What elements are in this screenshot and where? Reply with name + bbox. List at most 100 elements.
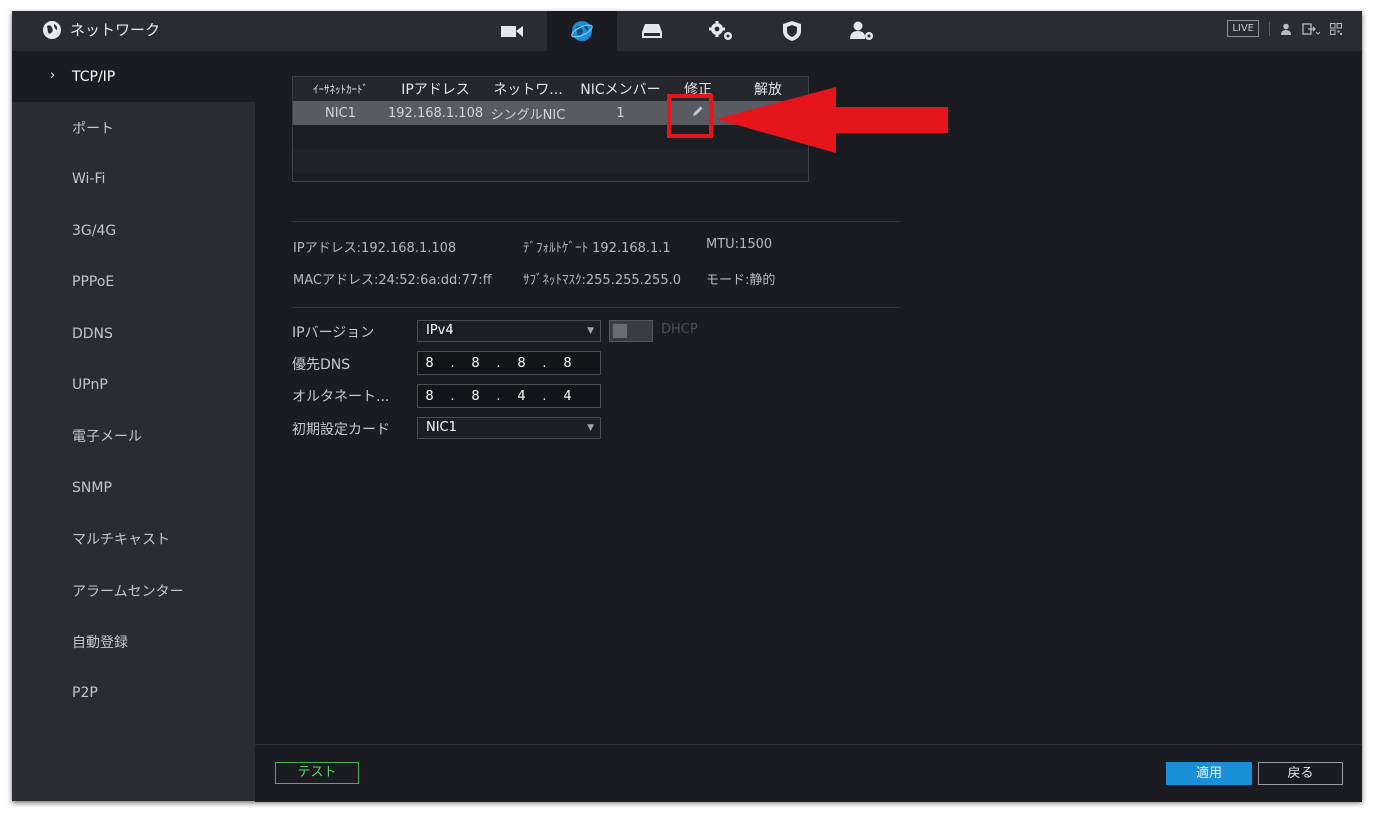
sidebar-item-upnp[interactable]: UPnP: [12, 359, 255, 410]
mac-address-info: MACアドレス:24:52:6a:dd:77:ff: [293, 273, 492, 288]
ip-octet: 8: [471, 355, 480, 371]
table-cell: シングルNIC: [490, 107, 566, 123]
sidebar-item-wifi[interactable]: Wi-Fi: [12, 154, 255, 205]
ip-octet: 8: [425, 355, 434, 371]
chevron-down-icon: ▼: [587, 326, 594, 336]
sidebar-item-snmp[interactable]: SNMP: [12, 462, 255, 513]
edit-highlight-box: [667, 94, 713, 138]
ip-address-info: IPアドレス:192.168.1.108: [293, 241, 457, 256]
tab-system[interactable]: [687, 11, 757, 51]
red-arrow-annotation: [716, 87, 948, 153]
ip-octet: 4: [563, 388, 572, 404]
sidebar-item-auto-register[interactable]: 自動登録: [12, 616, 255, 667]
apply-button[interactable]: 適用: [1166, 762, 1252, 785]
network-globe-icon: [43, 20, 61, 39]
column-header: NICメンバー: [580, 82, 661, 98]
sidebar-item-pppoe[interactable]: PPPoE: [12, 257, 255, 308]
default-card-label: 初期設定カード: [292, 422, 390, 438]
app-title-area: ネットワーク: [42, 19, 160, 40]
user-icon[interactable]: [1280, 23, 1292, 35]
alternate-dns-label: オルタネート...: [292, 389, 390, 405]
dhcp-label: DHCP: [661, 322, 698, 337]
tab-security[interactable]: [757, 11, 827, 51]
sidebar-item-multicast[interactable]: マルチキャスト: [12, 514, 255, 565]
top-bar: ネットワーク LIVE: [12, 11, 1362, 51]
table-cell: NIC1: [325, 105, 356, 121]
preferred-dns-input[interactable]: 8 . 8 . 8 . 8: [417, 351, 601, 375]
sidebar-item-tcp-ip[interactable]: › TCP/IP: [12, 51, 255, 103]
default-card-select[interactable]: NIC1 ▼: [417, 417, 601, 439]
dhcp-toggle[interactable]: [609, 320, 653, 342]
table-cell: 1: [616, 105, 625, 121]
default-gateway-info: ﾃﾞﾌｫﾙﾄｹﾞｰﾄ 192.168.1.1: [523, 241, 671, 256]
sidebar-item-label: UPnP: [72, 377, 108, 394]
sidebar-item-label: 電子メール: [72, 429, 142, 446]
live-button[interactable]: LIVE: [1227, 20, 1259, 37]
app-window: ネットワーク LIVE › TCP/IP ポート Wi-Fi 3G/4G PPP…: [12, 11, 1362, 802]
table-cell: 192.168.1.108: [388, 105, 484, 121]
subnet-mask-info: ｻﾌﾞﾈｯﾄﾏｽｸ:255.255.255.0: [523, 273, 681, 288]
sidebar-item-ddns[interactable]: DDNS: [12, 308, 255, 359]
tab-account[interactable]: [827, 11, 897, 51]
top-right-controls: LIVE: [1227, 20, 1342, 37]
sidebar-item-label: P2P: [72, 685, 98, 702]
camera-icon: [501, 26, 523, 37]
main-content: ｲｰｻﾈｯﾄｶｰﾄﾞ IPアドレス ネットワ... NICメンバー 修正 解放 …: [255, 51, 1362, 801]
column-header: ｲｰｻﾈｯﾄｶｰﾄﾞ: [313, 83, 368, 96]
sidebar-item-p2p[interactable]: P2P: [12, 668, 255, 719]
sidebar-item-email[interactable]: 電子メール: [12, 411, 255, 462]
preferred-dns-label: 優先DNS: [292, 357, 351, 373]
ip-dot: .: [542, 355, 547, 371]
sidebar-item-port[interactable]: ポート: [12, 102, 255, 153]
chevron-down-icon: ▼: [587, 423, 594, 433]
sidebar-item-label: アラームセンター: [72, 583, 184, 600]
ip-octet: 8: [563, 355, 572, 371]
sidebar-item-label: 自動登録: [72, 634, 128, 651]
ip-octet: 8: [425, 388, 434, 404]
sidebar-item-label: TCP/IP: [72, 68, 116, 85]
toggle-knob: [613, 324, 627, 338]
ip-dot: .: [450, 388, 455, 404]
ip-dot: .: [450, 355, 455, 371]
ip-dot: .: [496, 388, 501, 404]
sidebar-item-label: PPPoE: [72, 274, 115, 291]
page-title: ネットワーク: [70, 21, 161, 39]
ip-dot: .: [542, 388, 547, 404]
sidebar-item-label: マルチキャスト: [72, 532, 170, 549]
test-button[interactable]: テスト: [275, 762, 359, 784]
back-button[interactable]: 戻る: [1258, 762, 1343, 785]
ip-version-select[interactable]: IPv4 ▼: [417, 320, 601, 342]
tab-camera[interactable]: [477, 11, 547, 51]
sidebar-item-label: 3G/4G: [72, 222, 117, 239]
column-header: IPアドレス: [401, 82, 470, 98]
divider: [1269, 21, 1270, 36]
tab-network[interactable]: [547, 11, 617, 51]
ip-octet: 4: [517, 388, 526, 404]
chevron-right-icon: ›: [50, 68, 56, 83]
hard-drive-icon: [642, 24, 662, 38]
sidebar-item-label: Wi-Fi: [72, 171, 106, 188]
gears-icon: [709, 21, 732, 40]
sidebar-item-label: DDNS: [72, 325, 113, 342]
ip-octet: 8: [471, 388, 480, 404]
logout-icon[interactable]: [1302, 22, 1320, 35]
sidebar-item-label: ポート: [72, 121, 114, 138]
alternate-dns-input[interactable]: 8 . 8 . 4 . 4: [417, 384, 601, 408]
shield-icon: [783, 21, 801, 41]
mtu-info: MTU:1500: [706, 237, 773, 252]
ip-version-label: IPバージョン: [292, 325, 375, 341]
divider: [292, 221, 900, 222]
sidebar-item-alarm-center[interactable]: アラームセンター: [12, 565, 255, 616]
ip-dot: .: [496, 355, 501, 371]
divider: [292, 307, 900, 308]
tab-storage[interactable]: [617, 11, 687, 51]
sidebar-item-label: SNMP: [72, 479, 112, 496]
network-globe-icon: [571, 21, 593, 41]
bottom-bar: テスト 適用 戻る: [255, 744, 1362, 802]
sidebar-item-3g4g[interactable]: 3G/4G: [12, 205, 255, 256]
qr-code-icon[interactable]: [1330, 22, 1342, 35]
column-header: ネットワ...: [493, 82, 563, 98]
sidebar: › TCP/IP ポート Wi-Fi 3G/4G PPPoE DDNS UPnP…: [12, 51, 255, 801]
user-settings-icon: [850, 21, 873, 40]
default-card-value: NIC1: [426, 420, 457, 435]
